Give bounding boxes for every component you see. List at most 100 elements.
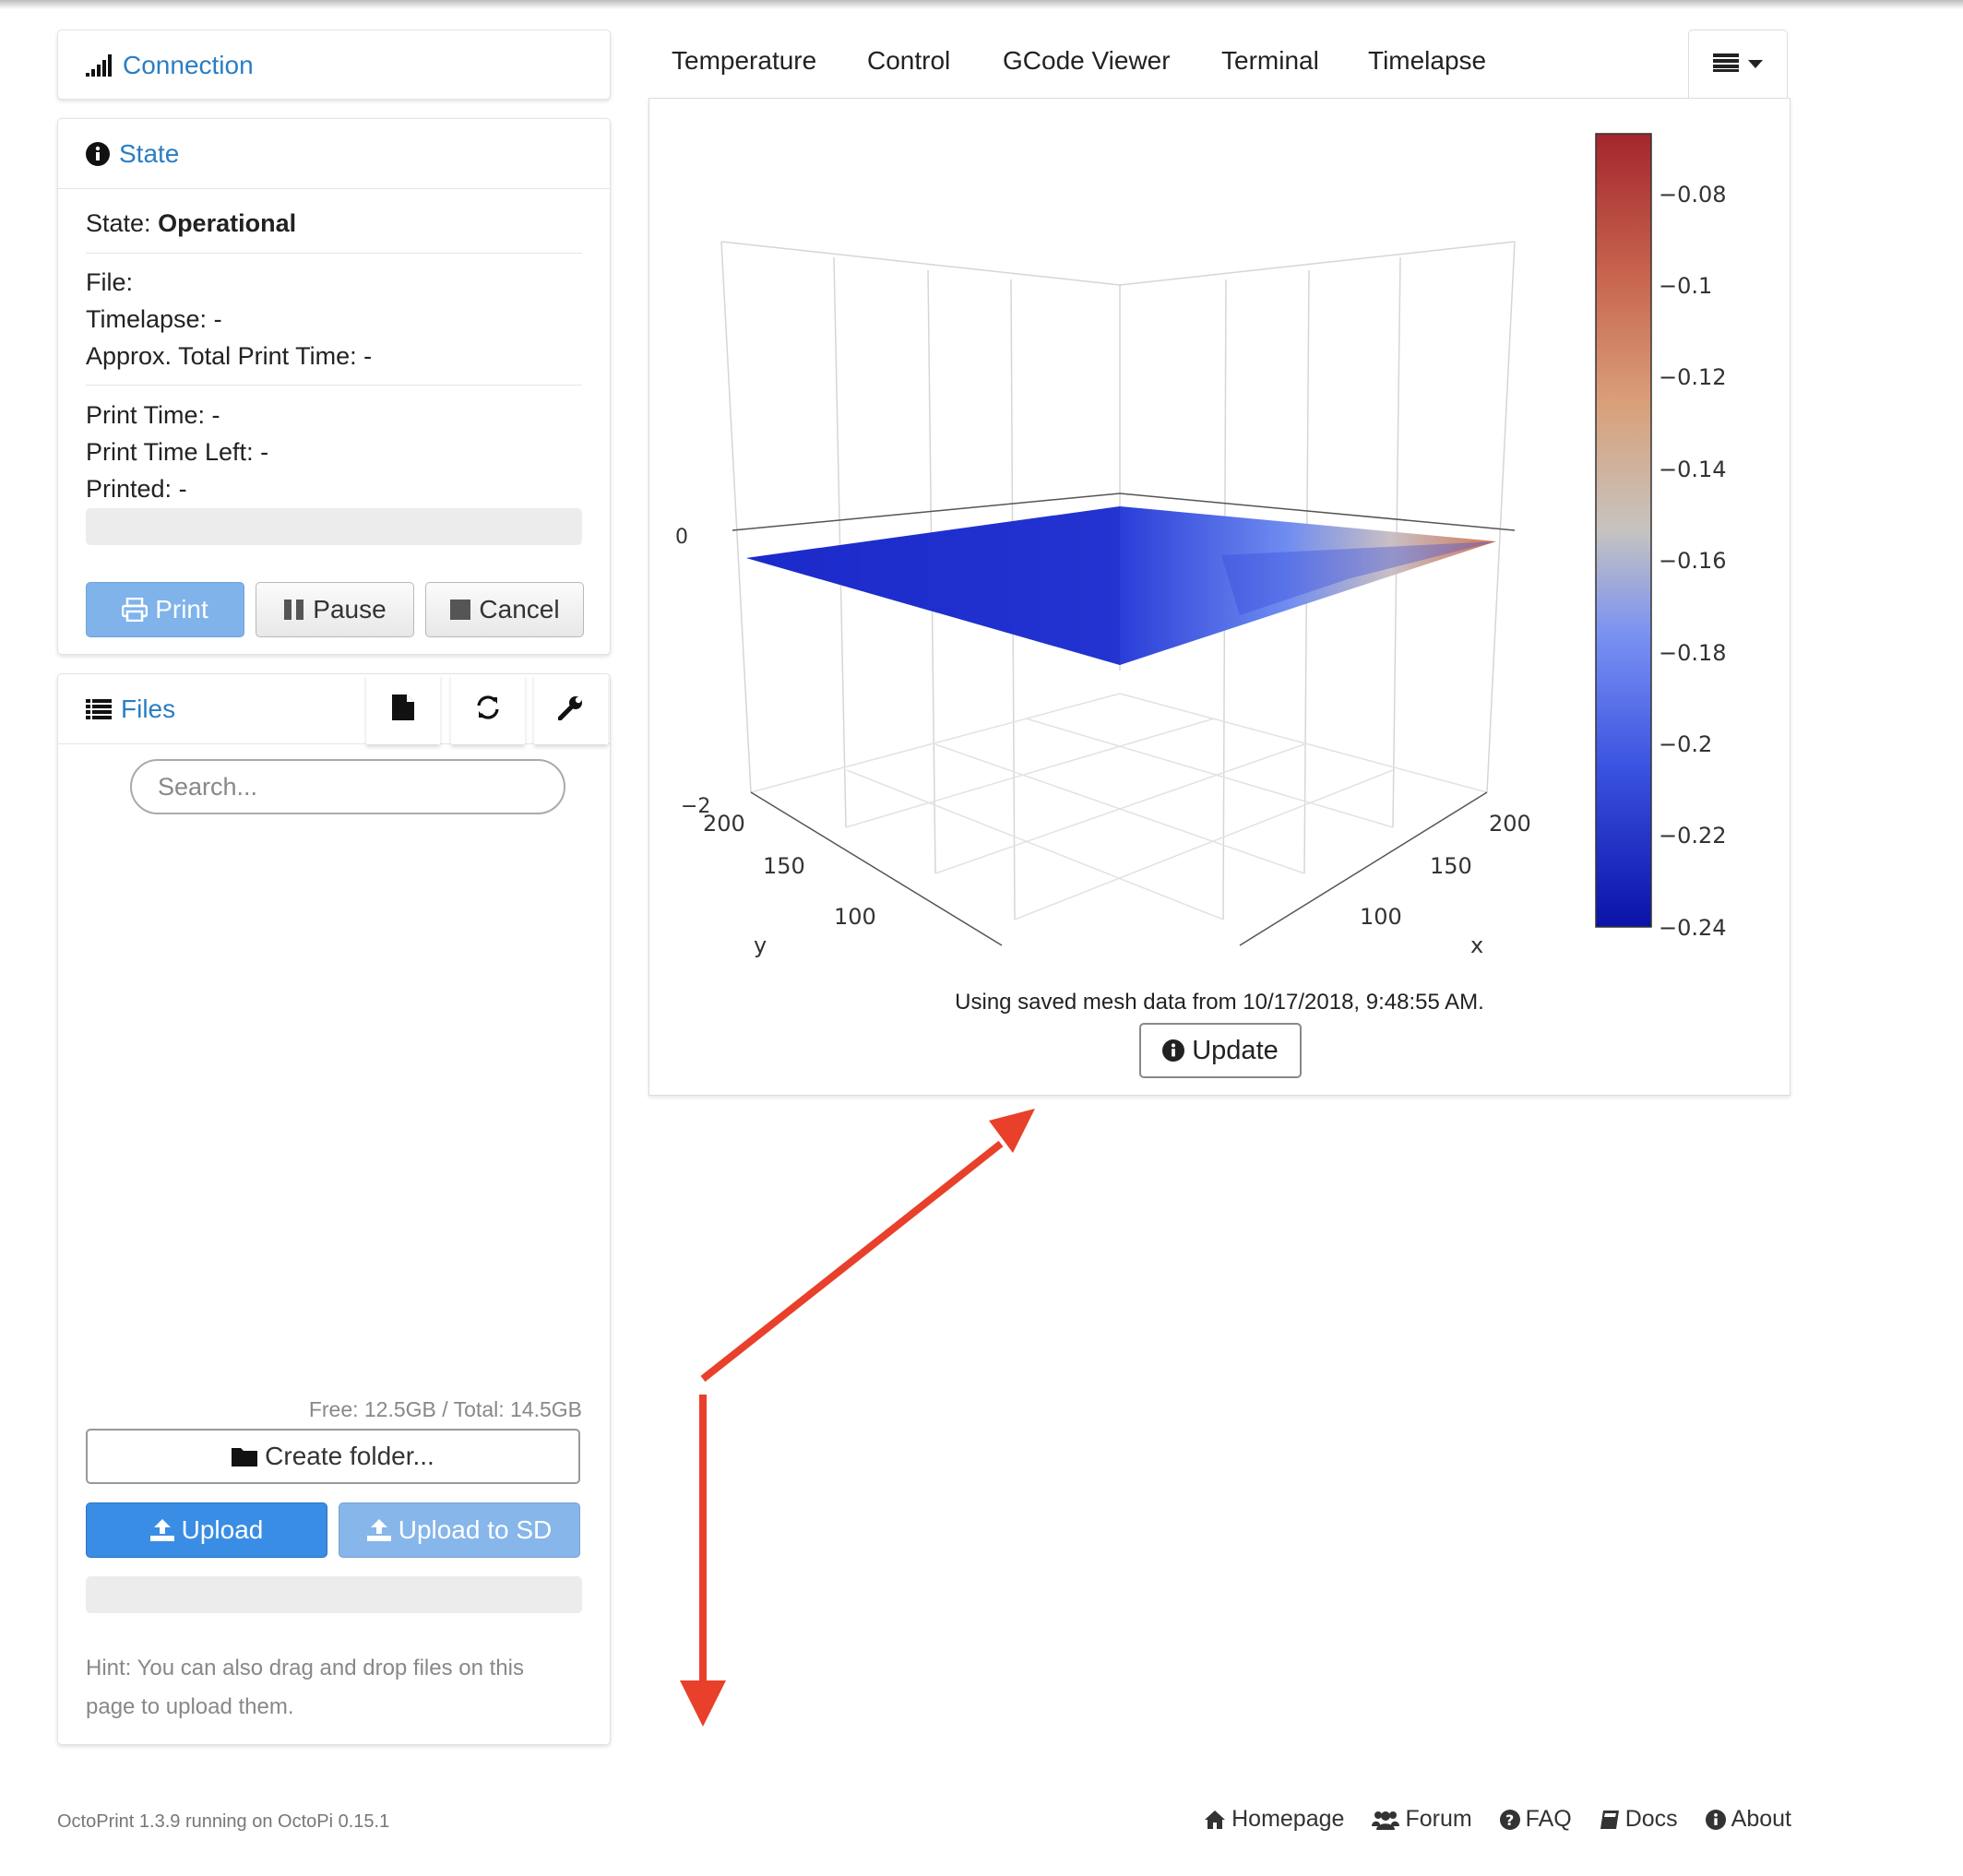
info-circle-icon xyxy=(1162,1039,1185,1062)
info-circle-icon xyxy=(86,141,110,166)
upload-sd-label: Upload to SD xyxy=(398,1515,553,1544)
y-tick-150: 150 xyxy=(763,853,805,879)
colorbar-tick: −0.1 xyxy=(1659,273,1712,299)
files-panel: Files Free: 12.5GB / Total: 14.5GB xyxy=(57,673,611,1745)
footer-link-faq[interactable]: ? FAQ xyxy=(1499,1806,1572,1833)
timelapse-label: Timelapse: xyxy=(86,305,208,333)
state-divider-1 xyxy=(86,253,582,254)
tab-terminal[interactable]: Terminal xyxy=(1221,46,1319,76)
printed-label: Printed: xyxy=(86,475,173,503)
tab-control[interactable]: Control xyxy=(867,46,950,76)
approx-time-label: Approx. Total Print Time: xyxy=(86,342,357,370)
y-axis-label: y xyxy=(754,932,767,958)
storage-free-text: Free: 12.5GB / Total: 14.5GB xyxy=(308,1397,582,1421)
y-tick-200: 200 xyxy=(703,811,745,837)
timelapse-value: - xyxy=(213,305,222,333)
x-tick-100: 100 xyxy=(1360,904,1402,930)
settings-wrench-button[interactable] xyxy=(534,674,608,744)
state-header[interactable]: State xyxy=(58,119,610,189)
state-value: Operational xyxy=(158,209,297,237)
drag-drop-hint-line-2: page to upload them. xyxy=(86,1694,294,1719)
x-tick-200: 200 xyxy=(1489,811,1531,837)
colorbar-tick: −0.22 xyxy=(1659,823,1727,849)
floor-grid xyxy=(750,693,1488,920)
print-time-row: Print Time: - xyxy=(86,401,220,430)
colorbar-tick: −0.18 xyxy=(1659,640,1727,666)
footer-link-faq-label[interactable]: FAQ xyxy=(1526,1806,1572,1833)
colorbar-tick: −0.24 xyxy=(1659,915,1727,941)
annotation-arrow-up-head xyxy=(989,1109,1035,1153)
print-time-value: - xyxy=(211,401,220,429)
print-progress-bar xyxy=(86,508,582,545)
mesh-data-caption: Using saved mesh data from 10/17/2018, 9… xyxy=(955,990,1484,1015)
footer-link-forum[interactable]: Forum xyxy=(1372,1806,1472,1833)
tab-temperature[interactable]: Temperature xyxy=(672,46,816,76)
connection-panel: Connection xyxy=(57,30,611,100)
state-divider-2 xyxy=(86,385,582,386)
stop-icon xyxy=(449,599,471,621)
pause-button-label: Pause xyxy=(313,595,387,623)
footer-version: OctoPrint 1.3.9 running on OctoPi 0.15.1 xyxy=(57,1811,390,1832)
files-header[interactable]: Files xyxy=(58,674,610,744)
footer-link-about[interactable]: About xyxy=(1705,1806,1791,1833)
state-title[interactable]: State xyxy=(119,139,179,169)
pause-button[interactable]: Pause xyxy=(256,582,414,637)
upload-button[interactable]: Upload xyxy=(86,1502,327,1558)
footer-link-forum-label[interactable]: Forum xyxy=(1405,1806,1471,1833)
tab-timelapse[interactable]: Timelapse xyxy=(1368,46,1486,76)
file-search-input[interactable] xyxy=(130,759,565,814)
upload-sd-button[interactable]: Upload to SD xyxy=(339,1502,580,1558)
question-circle-icon: ? xyxy=(1499,1809,1520,1830)
create-folder-label: Create folder... xyxy=(265,1442,434,1470)
connection-title[interactable]: Connection xyxy=(123,51,254,80)
print-button[interactable]: Print xyxy=(86,582,244,637)
timelapse-row: Timelapse: - xyxy=(86,305,222,334)
z-tick-0: 0 xyxy=(675,526,688,549)
cancel-button-label: Cancel xyxy=(479,595,560,623)
x-tick-150: 150 xyxy=(1430,853,1472,879)
connection-header[interactable]: Connection xyxy=(58,30,610,101)
footer-link-docs[interactable]: Docs xyxy=(1600,1806,1678,1833)
print-button-label: Print xyxy=(155,595,208,623)
window-top-shadow xyxy=(0,0,1963,9)
folder-icon xyxy=(232,1446,258,1466)
colorbar-tick: −0.16 xyxy=(1659,548,1727,574)
time-left-value: - xyxy=(260,438,269,466)
tab-overflow-menu[interactable] xyxy=(1688,30,1788,100)
mesh-plot[interactable]: 0 −2 200 150 100 y 200 150 100 x −0.08 −… xyxy=(649,99,1791,966)
drag-drop-hint-line-1: Hint: You can also drag and drop files o… xyxy=(86,1656,524,1680)
upload-icon xyxy=(149,1519,174,1541)
state-row: State: Operational xyxy=(86,209,296,238)
upload-label: Upload xyxy=(181,1515,264,1544)
create-folder-button[interactable]: Create folder... xyxy=(86,1429,580,1484)
printed-value: - xyxy=(178,475,187,503)
update-button-label: Update xyxy=(1192,1035,1279,1065)
caret-down-icon xyxy=(1748,57,1763,74)
wrench-icon xyxy=(557,695,584,725)
new-file-button[interactable] xyxy=(366,674,440,744)
time-left-row: Print Time Left: - xyxy=(86,438,268,467)
files-title[interactable]: Files xyxy=(121,695,175,724)
cancel-button[interactable]: Cancel xyxy=(425,582,584,637)
colorbar-tick: −0.08 xyxy=(1659,182,1727,208)
refresh-button[interactable] xyxy=(451,674,525,744)
footer-link-homepage-label[interactable]: Homepage xyxy=(1231,1806,1344,1833)
bed-visualizer-panel: 0 −2 200 150 100 y 200 150 100 x −0.08 −… xyxy=(648,98,1790,1096)
file-icon xyxy=(392,694,414,725)
state-panel: State State: Operational File: Timelapse… xyxy=(57,118,611,655)
footer-link-docs-label[interactable]: Docs xyxy=(1625,1806,1678,1833)
annotation-arrow-up xyxy=(700,1140,1004,1383)
y-tick-100: 100 xyxy=(834,904,876,930)
colorbar-tick: −0.14 xyxy=(1659,457,1727,482)
time-left-label: Print Time Left: xyxy=(86,438,254,466)
book-icon xyxy=(1600,1810,1620,1830)
footer-links: Homepage Forum ? FAQ Docs About xyxy=(1204,1806,1791,1833)
tab-gcode-viewer[interactable]: GCode Viewer xyxy=(1003,46,1171,76)
colorbar-tick: −0.2 xyxy=(1659,731,1712,757)
state-label: State: xyxy=(86,209,151,237)
footer-link-about-label[interactable]: About xyxy=(1731,1806,1791,1833)
update-mesh-button[interactable]: Update xyxy=(1139,1023,1302,1078)
footer-link-homepage[interactable]: Homepage xyxy=(1204,1806,1344,1833)
upload-sd-icon xyxy=(366,1519,391,1541)
upload-progress-bar xyxy=(86,1576,582,1613)
